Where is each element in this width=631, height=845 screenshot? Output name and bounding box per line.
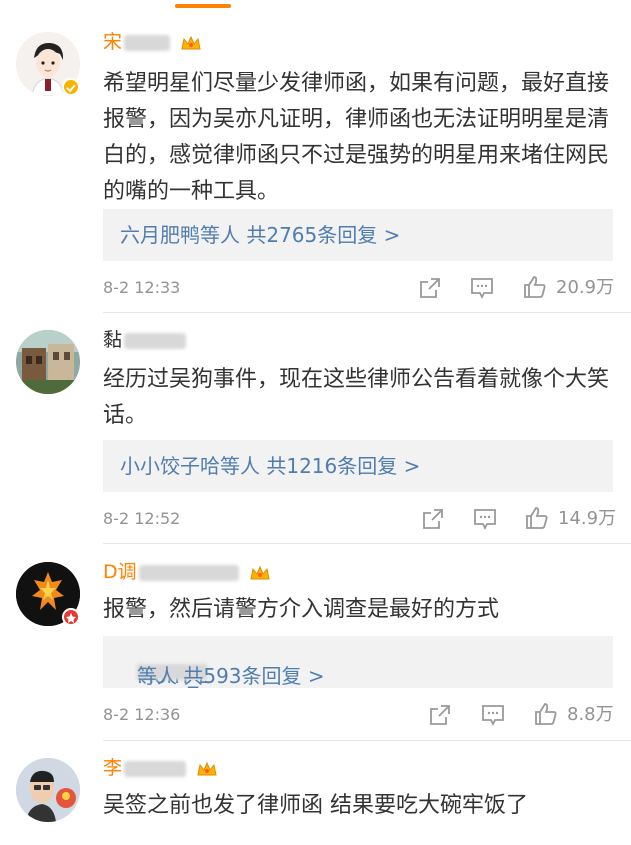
like-count: 14.9万 [558, 508, 617, 529]
share-icon[interactable] [428, 703, 452, 727]
crown-icon [250, 565, 270, 579]
username[interactable]: D调 [103, 560, 271, 584]
comment-text: 报警，然后请警方介入调查是最好的方式 [103, 597, 500, 622]
verified-badge-icon [62, 78, 80, 96]
share-icon[interactable] [418, 276, 442, 300]
comment-text: 希望明星们尽量少发律师函，如果有问题，最好直接报警，因为吴亦凡证明，律师函也无法… [103, 71, 610, 204]
comment-text: 经历过吴狗事件，现在这些律师公告看着就像个大笑话。 [103, 367, 610, 428]
avatar[interactable] [16, 758, 80, 822]
redacted-name [124, 332, 187, 349]
divider [103, 312, 631, 313]
comment-icon[interactable] [470, 276, 494, 300]
comment-time: 8-2 12:33 [103, 278, 181, 297]
avatar[interactable] [16, 330, 80, 394]
comment-icon[interactable] [473, 507, 497, 531]
like-icon[interactable] [525, 506, 549, 530]
crown-icon [197, 761, 217, 775]
divider [103, 543, 631, 544]
reply-summary[interactable]: 六月肥鸭等人 共2765条回复 > [103, 209, 613, 261]
reply-summary[interactable]: Morri_L等人 共593条回复 > [103, 636, 613, 688]
tab-indicator [175, 4, 231, 8]
share-icon[interactable] [421, 507, 445, 531]
reply-count: 等人 共593条回复 > [137, 664, 325, 688]
reply-summary[interactable]: 小小饺子哈等人 共1216条回复 > [103, 440, 613, 492]
status-badge-icon [62, 608, 80, 626]
comment-text: 吴签之前也发了律师函 结果要吃大碗牢饭了 [103, 793, 528, 818]
redacted-name [124, 760, 187, 777]
username[interactable]: 黏 [103, 328, 187, 352]
redacted-name [138, 564, 239, 581]
username[interactable]: 宋 [103, 30, 202, 54]
comment-time: 8-2 12:52 [103, 509, 181, 528]
username[interactable]: 李 [103, 756, 218, 780]
divider [103, 740, 631, 741]
like-count: 20.9万 [556, 277, 615, 298]
comment-icon[interactable] [481, 703, 505, 727]
like-icon[interactable] [523, 275, 547, 299]
like-icon[interactable] [534, 702, 558, 726]
redacted-name [124, 34, 171, 51]
crown-icon [181, 35, 201, 49]
like-count: 8.8万 [567, 704, 614, 725]
comment-time: 8-2 12:36 [103, 705, 181, 724]
